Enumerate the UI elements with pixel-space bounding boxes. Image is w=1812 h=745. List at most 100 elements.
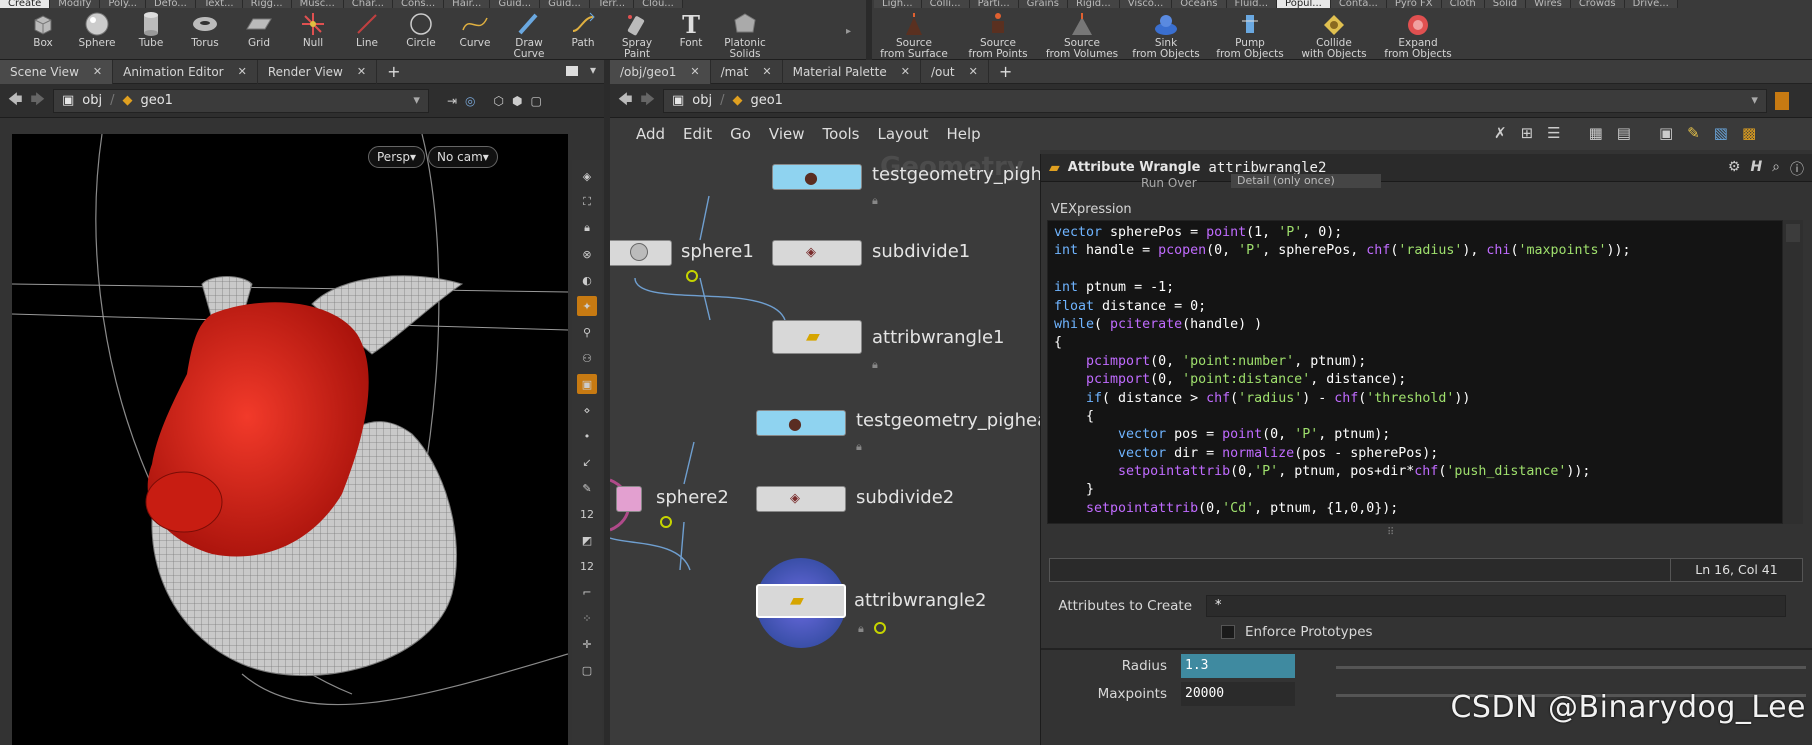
menu-help[interactable]: Help [946, 125, 980, 143]
grid-view-icon[interactable]: ▦ [1589, 124, 1603, 142]
scene-path-field[interactable]: ▣ obj / ◆ geo1 ▾ [52, 88, 429, 113]
code-line[interactable] [1054, 261, 1776, 279]
node-label[interactable]: subdivide1 [872, 241, 970, 262]
ghost-icon[interactable]: ◐ [577, 270, 597, 290]
uv-icon[interactable]: ⌐ [577, 582, 597, 602]
shelf-right-tab[interactable]: Ligh... [874, 0, 922, 8]
tab-material-palette[interactable]: Material Palette ✕ [783, 59, 921, 84]
maxpoints-input[interactable]: 20000 [1181, 682, 1295, 706]
shelf-right-tab[interactable]: Visco... [1119, 0, 1173, 8]
pin-icon[interactable] [1774, 91, 1789, 110]
radius-slider[interactable] [1336, 666, 1806, 669]
code-line[interactable]: int handle = pcopen(0, 'P', spherePos, c… [1054, 242, 1776, 260]
display-flag-icon[interactable] [660, 516, 672, 528]
shelf-left-tab[interactable]: Guid... [490, 0, 541, 8]
shelf-left-tab[interactable]: Defo... [145, 0, 196, 8]
node-label[interactable]: subdivide2 [856, 487, 954, 508]
scatter-icon[interactable]: ⁘ [577, 608, 597, 628]
link-icon[interactable]: ◎ [465, 94, 475, 108]
shelf-tool-source-surface[interactable]: Source from Surface [872, 10, 956, 60]
node-label[interactable]: testgeometry_pighea [856, 410, 1040, 431]
shelf-tool-circle[interactable]: Circle [394, 10, 448, 60]
select-icon[interactable]: ⛶ [577, 192, 597, 212]
code-line[interactable]: pcimport(0, 'point:distance', distance); [1054, 371, 1776, 389]
shelf-tool-collide[interactable]: Collide with Objects [1292, 10, 1376, 60]
close-icon[interactable]: ✕ [690, 60, 699, 84]
shelf-right-tab[interactable]: Fluid... [1226, 0, 1278, 8]
radius-input[interactable]: 1.3 [1181, 654, 1295, 678]
shelf-right-tab[interactable]: Pyro FX [1386, 0, 1442, 8]
light-icon[interactable]: ✦ [577, 296, 597, 316]
close-icon[interactable]: ✕ [969, 60, 978, 84]
pin-icon[interactable]: ⇥ [447, 94, 457, 108]
forward-arrow-icon[interactable]: 🡆 [30, 89, 44, 113]
shelf-tool-font[interactable]: T Font [664, 10, 718, 60]
brush-icon[interactable]: ✎ [577, 478, 597, 498]
code-line[interactable]: if( distance > chf('radius') - chf('thre… [1054, 390, 1776, 408]
shelf-left-tab[interactable]: Char... [343, 0, 393, 8]
code-line[interactable]: { [1054, 408, 1776, 426]
add-tab-icon[interactable]: + [989, 62, 1022, 81]
shelf-tool-source-points[interactable]: Source from Points [956, 10, 1040, 60]
shelf-left-tab[interactable]: Guid... [540, 0, 590, 8]
node-body[interactable] [616, 486, 642, 512]
tab-render-view[interactable]: Render View ✕ [258, 59, 378, 84]
tab-scene-view[interactable]: Scene View ✕ [0, 59, 114, 84]
add-tab-icon[interactable]: + [377, 62, 410, 81]
network-canvas[interactable]: Geometry ● testgeometry_pighe 🔒︎ sphere1 [610, 150, 1040, 745]
run-over-dropdown[interactable]: Detail (only once) [1231, 174, 1381, 188]
search-icon[interactable]: ⌕ [1772, 159, 1780, 179]
camera-dropdown[interactable]: No cam▾ [428, 146, 498, 168]
point-icon[interactable]: • [577, 426, 597, 446]
point-number-icon[interactable]: 12 [577, 504, 597, 524]
wire-icon[interactable]: ⋄ [577, 400, 597, 420]
background-image-icon[interactable]: ▧ [1714, 124, 1728, 142]
shelf-tool-torus[interactable]: Torus [178, 10, 232, 60]
menu-view[interactable]: View [769, 125, 805, 143]
shelf-tool-pump[interactable]: Pump from Objects [1208, 10, 1292, 60]
path-dropdown-icon[interactable]: ▾ [1751, 93, 1758, 108]
perspective-dropdown[interactable]: Persp▾ [368, 146, 426, 168]
display-flag-icon[interactable]: ▣ [577, 374, 597, 394]
shelf-right-tab[interactable]: Drive... [1624, 0, 1678, 8]
path-dropdown-icon[interactable]: ▾ [413, 93, 420, 108]
shelf-tool-draw-curve[interactable]: Draw Curve [502, 10, 556, 60]
shelf-tool-tube[interactable]: Tube [124, 10, 178, 60]
shelf-left-tab[interactable]: Modify [50, 0, 101, 8]
3d-viewport[interactable]: Persp▾ No cam▾ [12, 134, 568, 745]
menu-add[interactable]: Add [636, 125, 665, 143]
camera-pin-icon[interactable]: ⚲ [577, 322, 597, 342]
shelf-tool-line[interactable]: Line [340, 10, 394, 60]
shelf-tool-grid[interactable]: Grid [232, 10, 286, 60]
prim-number-icon[interactable]: 12 [577, 556, 597, 576]
code-line[interactable]: int ptnum = -1; [1054, 279, 1776, 297]
back-arrow-icon[interactable]: 🡄 [8, 89, 22, 113]
network-path-field[interactable]: ▣ obj / ◆ geo1 ▾ [662, 88, 1767, 113]
image-icon[interactable]: ▣ [1659, 124, 1673, 142]
shelf-right-tab[interactable]: Conta... [1330, 0, 1387, 8]
shelf-tool-platonic-solids[interactable]: Platonic Solids [718, 10, 772, 60]
code-line[interactable]: vector spherePos = point(1, 'P', 0); [1054, 224, 1776, 242]
tab-obj-geo1[interactable]: /obj/geo1 ✕ [610, 59, 711, 84]
node-label[interactable]: sphere1 [681, 241, 754, 262]
list-icon[interactable]: ☰ [1547, 124, 1560, 142]
shelf-tool-box[interactable]: Box [16, 10, 70, 60]
stop-icon[interactable]: ▢ [577, 660, 597, 680]
shelf-left-tab[interactable]: Cons... [392, 0, 445, 8]
code-line[interactable]: setpointattrib(0,'P', ptnum, pos+dir*chf… [1054, 463, 1776, 481]
display-flag-icon[interactable] [686, 270, 698, 282]
shelf-tool-spray-paint[interactable]: Spray Paint [610, 10, 664, 60]
attributes-input[interactable]: * [1206, 595, 1786, 617]
snap-icon[interactable]: ⊗ [577, 244, 597, 264]
shelf-left-tab[interactable]: Clou... [634, 0, 683, 8]
close-icon[interactable]: ✕ [357, 60, 366, 84]
close-icon[interactable]: ✕ [238, 60, 247, 84]
code-scrollbar[interactable] [1783, 220, 1803, 524]
code-line[interactable]: setpointattrib(0,'Cd', ptnum, {1,0,0}); [1054, 500, 1776, 518]
code-line[interactable]: vector dir = normalize(pos - spherePos); [1054, 445, 1776, 463]
shading-icon[interactable]: ⬢ [512, 94, 522, 108]
code-line[interactable]: pcimport(0, 'point:number', ptnum); [1054, 353, 1776, 371]
display-options-icon[interactable]: ⬡ [493, 94, 503, 108]
forward-arrow-icon[interactable]: 🡆 [640, 89, 654, 113]
help-icon[interactable]: H [1750, 159, 1762, 179]
